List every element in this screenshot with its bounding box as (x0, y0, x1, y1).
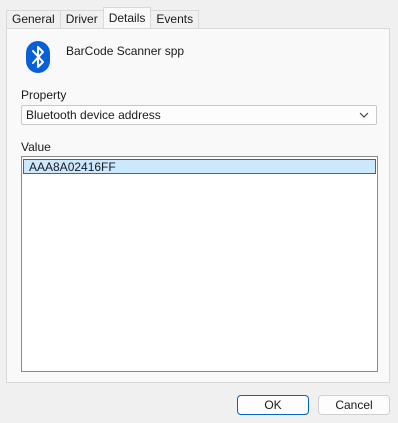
property-dropdown[interactable]: Bluetooth device address (21, 105, 377, 125)
tab-details[interactable]: Details (102, 7, 152, 28)
tab-strip: General Driver Details Events (6, 7, 200, 28)
property-label: Property (21, 88, 67, 102)
property-selected-value: Bluetooth device address (26, 108, 161, 122)
list-item[interactable]: AAA8A02416FF (23, 159, 376, 174)
tab-general[interactable]: General (6, 10, 61, 28)
details-panel: BarCode Scanner spp Property Bluetooth d… (6, 28, 390, 383)
tab-events[interactable]: Events (150, 10, 200, 28)
tab-driver[interactable]: Driver (59, 10, 104, 28)
device-name: BarCode Scanner spp (66, 44, 185, 58)
cancel-button[interactable]: Cancel (318, 395, 390, 415)
device-properties-dialog: General Driver Details Events BarCode Sc… (0, 0, 398, 423)
bluetooth-icon (25, 41, 51, 73)
value-listbox[interactable]: AAA8A02416FF (21, 156, 378, 372)
ok-button[interactable]: OK (237, 395, 309, 415)
chevron-down-icon (358, 109, 370, 121)
value-label: Value (21, 140, 51, 154)
